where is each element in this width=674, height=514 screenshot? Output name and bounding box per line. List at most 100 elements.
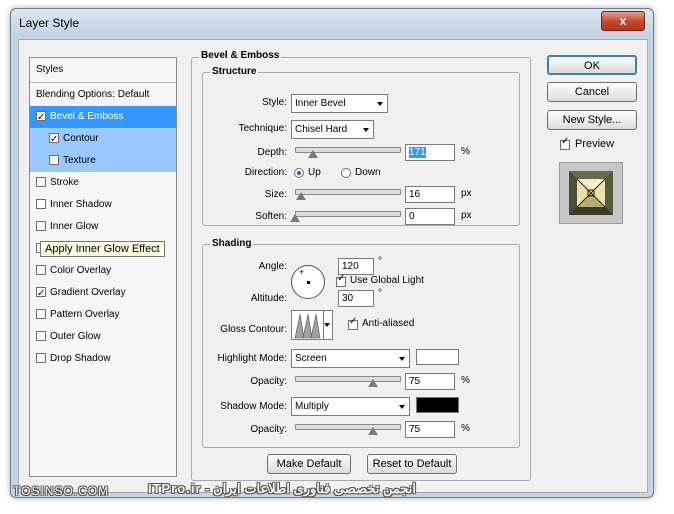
style-dropdown[interactable]: Inner Bevel <box>291 94 388 113</box>
chevron-down-icon <box>363 128 369 132</box>
depth-unit: % <box>461 146 470 157</box>
gloss-contour-label: Gloss Contour: <box>220 324 287 335</box>
size-slider[interactable] <box>295 189 401 195</box>
style-checkbox[interactable] <box>36 309 46 319</box>
highlight-opacity-unit: % <box>461 375 470 386</box>
style-checkbox[interactable] <box>49 155 59 165</box>
style-checkbox[interactable] <box>36 199 46 209</box>
style-item-gradient-overlay[interactable]: Gradient Overlay <box>30 282 176 305</box>
depth-slider-thumb[interactable] <box>307 150 318 158</box>
highlight-opacity-slider-thumb[interactable] <box>368 379 378 387</box>
direction-down-radio[interactable] <box>341 168 351 178</box>
angle-dial[interactable]: + <box>291 265 325 299</box>
soften-slider-thumb[interactable] <box>290 214 300 222</box>
style-preview-thumbnail <box>569 171 613 215</box>
new-style-button[interactable]: New Style... <box>547 110 637 130</box>
styles-header-label: Styles <box>36 64 64 75</box>
crosshair-icon: + <box>299 267 305 277</box>
shadow-mode-dropdown[interactable]: Multiply <box>291 397 410 416</box>
title-bar[interactable]: Layer Style x <box>11 9 653 37</box>
style-item-inner-glow[interactable]: Inner Glow <box>30 216 176 238</box>
highlight-color-swatch[interactable] <box>416 349 459 365</box>
style-item-label: Gradient Overlay <box>50 287 126 298</box>
shadow-opacity-slider[interactable] <box>295 424 401 430</box>
altitude-unit: ° <box>378 288 382 299</box>
style-item-label: Inner Glow <box>50 221 99 232</box>
style-checkbox[interactable] <box>49 129 59 151</box>
style-checkbox[interactable] <box>36 221 46 231</box>
close-button[interactable]: x <box>601 11 645 31</box>
soften-input[interactable]: 0 <box>405 208 455 225</box>
highlight-mode-label: Highlight Mode: <box>217 353 287 364</box>
highlight-opacity-slider[interactable] <box>295 376 401 382</box>
shadow-opacity-value: 75 <box>409 424 421 435</box>
highlight-opacity-label: Opacity: <box>250 376 287 387</box>
gloss-contour-picker[interactable] <box>291 310 333 340</box>
style-item-label: Bevel & Emboss <box>50 111 124 122</box>
watermark-right: انجمن تخصصی فناوری اطلاعات ایران - ITPro… <box>148 481 417 496</box>
technique-label: Technique: <box>238 123 287 134</box>
preview-checkbox[interactable] <box>560 136 570 150</box>
reset-to-default-button[interactable]: Reset to Default <box>367 454 457 474</box>
chevron-down-icon <box>399 357 405 361</box>
style-checkbox[interactable] <box>36 177 46 187</box>
cancel-button[interactable]: Cancel <box>547 82 637 102</box>
styles-header[interactable]: Styles <box>30 58 176 83</box>
style-dropdown-value: Inner Bevel <box>295 98 346 109</box>
style-item-label: Texture <box>63 155 96 166</box>
style-item-label: Drop Shadow <box>50 353 111 364</box>
window-title: Layer Style <box>19 16 80 30</box>
style-item-contour[interactable]: Contour <box>30 128 176 151</box>
size-input[interactable]: 16 <box>405 186 455 203</box>
watermark-left: TOSINSO.COM <box>13 484 110 498</box>
gloss-contour-preview-icon <box>294 313 321 339</box>
size-slider-thumb[interactable] <box>296 192 307 200</box>
style-item-texture[interactable]: Texture <box>30 150 176 172</box>
highlight-mode-dropdown[interactable]: Screen <box>291 349 410 368</box>
preview-label: Preview <box>575 138 615 150</box>
style-item-color-overlay[interactable]: Color Overlay <box>30 260 176 282</box>
style-checkbox[interactable] <box>36 107 46 129</box>
style-preview <box>559 162 623 224</box>
direction-up-radio[interactable] <box>294 168 304 178</box>
altitude-value: 30 <box>342 293 354 304</box>
style-item-bevel-emboss[interactable]: Bevel & Emboss <box>30 106 176 129</box>
shadow-color-swatch[interactable] <box>416 397 459 413</box>
highlight-opacity-input[interactable]: 75 <box>405 373 455 390</box>
style-item-label: Inner Shadow <box>50 199 112 210</box>
style-checkbox[interactable] <box>36 265 46 275</box>
style-checkbox[interactable] <box>36 353 46 363</box>
shadow-mode-label: Shadow Mode: <box>220 401 287 412</box>
technique-dropdown[interactable]: Chisel Hard <box>291 120 374 139</box>
style-item-pattern-overlay[interactable]: Pattern Overlay <box>30 304 176 326</box>
soften-slider[interactable] <box>295 211 401 217</box>
style-item-label: Blending Options: Default <box>36 89 150 100</box>
altitude-input[interactable]: 30 <box>338 290 374 307</box>
style-item-label: Stroke <box>50 177 79 188</box>
size-label: Size: <box>264 189 287 200</box>
depth-input[interactable]: 171 <box>405 144 455 161</box>
ok-button[interactable]: OK <box>547 55 637 75</box>
style-item-inner-shadow[interactable]: Inner Shadow <box>30 194 176 216</box>
style-checkbox[interactable] <box>36 331 46 341</box>
make-default-button[interactable]: Make Default <box>267 454 351 474</box>
shadow-opacity-input[interactable]: 75 <box>405 421 455 438</box>
anti-aliased-checkbox[interactable] <box>348 316 358 330</box>
structure-title: Structure <box>210 66 259 77</box>
style-item-blending-options-default[interactable]: Blending Options: Default <box>30 84 176 106</box>
global-light-checkbox[interactable] <box>336 273 346 287</box>
chevron-down-icon[interactable] <box>324 323 330 327</box>
style-checkbox[interactable] <box>36 283 46 305</box>
styles-list: Styles Blending Options: Default Bevel & … <box>29 57 177 477</box>
soften-value: 0 <box>409 211 415 222</box>
style-item-drop-shadow[interactable]: Drop Shadow <box>30 348 176 370</box>
size-value: 16 <box>409 189 421 200</box>
style-item-stroke[interactable]: Stroke <box>30 172 176 194</box>
size-unit: px <box>461 188 472 199</box>
style-item-outer-glow[interactable]: Outer Glow <box>30 326 176 348</box>
global-light-label: Use Global Light <box>350 275 424 286</box>
style-item-label: Outer Glow <box>50 331 101 342</box>
chevron-down-icon <box>399 405 405 409</box>
altitude-label: Altitude: <box>250 293 287 304</box>
shadow-opacity-slider-thumb[interactable] <box>368 427 378 435</box>
